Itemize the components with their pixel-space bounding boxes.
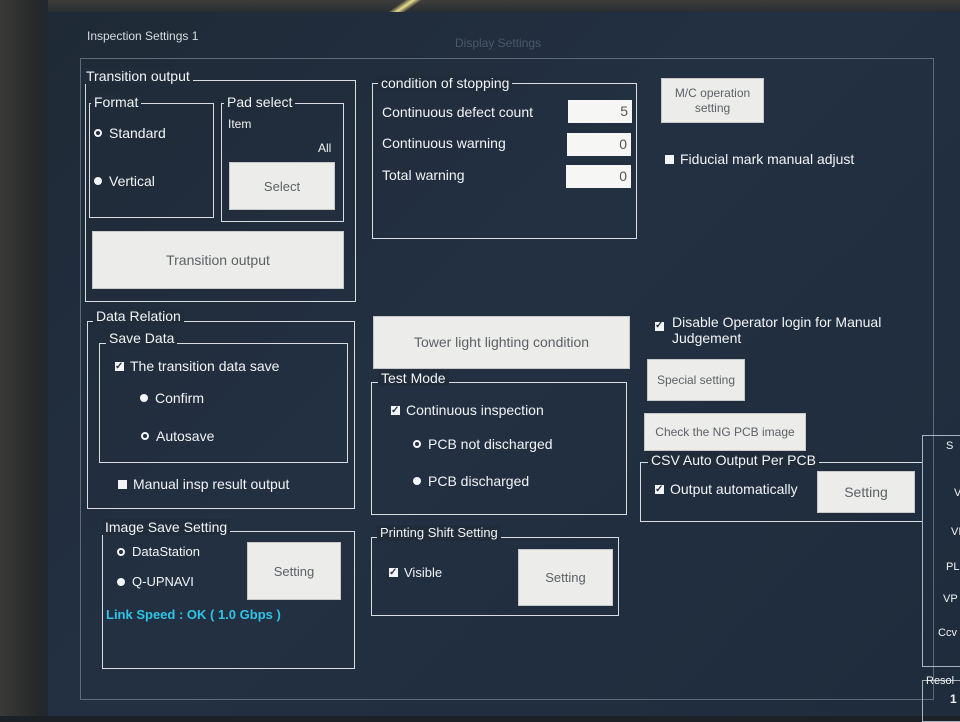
transition-output-button[interactable]: Transition output — [92, 231, 344, 289]
format-standard-radio[interactable]: Standard — [94, 124, 166, 142]
transition-data-save-checkbox[interactable]: The transition data save — [115, 357, 279, 376]
total-warning-input[interactable]: 0 — [566, 165, 631, 188]
manual-result-output-checkbox[interactable]: Manual insp result output — [118, 475, 289, 493]
right-panel-label-vi: VI — [951, 526, 960, 538]
transition-output-title: Transition output — [83, 68, 193, 84]
format-vertical-radio[interactable]: Vertical — [94, 172, 155, 190]
qupnavi-radio[interactable]: Q-UPNAVI — [117, 573, 194, 591]
image-save-title: Image Save Setting — [102, 519, 231, 535]
mc-operation-setting-button[interactable]: M/C operation setting — [661, 78, 764, 123]
csv-auto-output-title: CSV Auto Output Per PCB — [648, 452, 819, 468]
checkbox-checked-icon — [391, 402, 400, 420]
continuous-inspection-checkbox[interactable]: Continuous inspection — [391, 401, 544, 420]
special-setting-button[interactable]: Special setting — [647, 359, 745, 401]
radio-off-icon — [94, 129, 102, 138]
pad-select-title: Pad select — [224, 94, 296, 110]
pcb-not-discharged-radio[interactable]: PCB not discharged — [413, 435, 553, 453]
monitor-bezel-left — [0, 0, 48, 716]
checkbox-checked-icon — [115, 358, 124, 376]
total-warning-label: Total warning — [382, 167, 465, 183]
autosave-radio[interactable]: Autosave — [141, 427, 214, 445]
right-panel-label-ccv: Ccv — [938, 627, 957, 639]
radio-on-icon — [413, 477, 421, 486]
check-ng-pcb-image-button[interactable]: Check the NG PCB image — [644, 413, 806, 451]
pad-select-button[interactable]: Select — [229, 162, 335, 210]
checkbox-checked-icon — [389, 564, 398, 582]
fiducial-manual-adjust-checkbox[interactable]: Fiducial mark manual adjust — [665, 150, 854, 168]
data-relation-title: Data Relation — [93, 308, 184, 324]
radio-off-icon — [117, 547, 125, 556]
stopping-condition-title: condition of stopping — [378, 75, 513, 91]
visible-checkbox[interactable]: Visible — [389, 564, 442, 582]
link-speed-status: Link Speed : OK ( 1.0 Gbps ) — [106, 607, 281, 622]
disable-operator-login-checkbox[interactable]: Disable Operator login for Manual Judgem… — [655, 314, 895, 346]
continuous-warning-input[interactable]: 0 — [567, 133, 631, 156]
radio-off-icon — [141, 432, 149, 441]
checkbox-checked-icon — [655, 481, 664, 499]
continuous-defect-count-input[interactable]: 5 — [568, 100, 632, 123]
right-panel-label-v: V — [954, 487, 960, 499]
right-panel-label-vp: VP — [943, 593, 958, 605]
right-panel-label-pl: PL — [946, 561, 960, 573]
checkbox-icon — [665, 154, 674, 164]
checkbox-checked-icon — [655, 318, 664, 334]
radio-off-icon — [413, 440, 421, 449]
pad-item-label: Item — [228, 117, 252, 131]
radio-on-icon — [140, 394, 148, 403]
confirm-radio[interactable]: Confirm — [140, 389, 204, 407]
tower-light-condition-button[interactable]: Tower light lighting condition — [373, 316, 630, 369]
radio-on-icon — [94, 177, 102, 186]
resolution-label: Resol — [926, 675, 955, 687]
continuous-defect-count-label: Continuous defect count — [382, 104, 533, 120]
test-mode-title: Test Mode — [378, 370, 449, 386]
right-panel-label-s: S — [946, 440, 954, 452]
tab-display-settings[interactable]: Display Settings — [455, 34, 541, 52]
pcb-discharged-radio[interactable]: PCB discharged — [413, 472, 529, 490]
format-title: Format — [91, 94, 142, 110]
resolution-value: 1 — [950, 692, 957, 706]
radio-on-icon — [117, 577, 125, 586]
checkbox-icon — [118, 479, 127, 489]
pad-all-value: All — [318, 141, 332, 155]
printing-shift-title: Printing Shift Setting — [377, 525, 501, 541]
continuous-warning-label: Continuous warning — [382, 135, 506, 151]
output-automatically-checkbox[interactable]: Output automatically — [655, 480, 798, 499]
printing-shift-setting-button[interactable]: Setting — [518, 549, 613, 606]
format-group — [89, 103, 214, 218]
image-save-setting-button[interactable]: Setting — [247, 542, 341, 600]
window-title: Inspection Settings 1 — [87, 29, 199, 43]
datastation-radio[interactable]: DataStation — [117, 543, 200, 561]
csv-setting-button[interactable]: Setting — [817, 471, 915, 513]
save-data-title: Save Data — [106, 330, 178, 346]
